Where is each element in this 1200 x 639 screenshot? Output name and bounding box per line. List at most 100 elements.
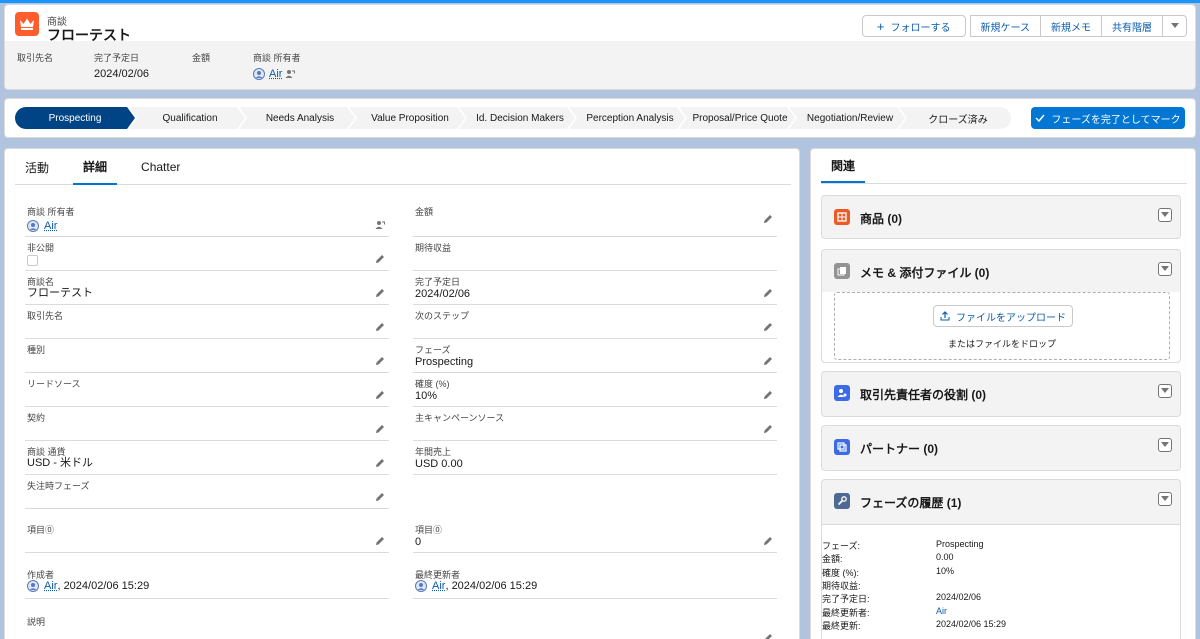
pencil-icon[interactable]: [375, 390, 385, 400]
card-title[interactable]: 商品 (0): [860, 210, 902, 227]
path-step-prospecting[interactable]: Prospecting: [15, 107, 135, 129]
path-step-qualification[interactable]: Qualification: [129, 107, 245, 129]
pencil-icon[interactable]: [375, 254, 385, 264]
pencil-icon[interactable]: [375, 492, 385, 502]
owner-link[interactable]: Air: [44, 220, 57, 232]
notes-icon: [834, 263, 850, 279]
path-step-perception-analysis[interactable]: Perception Analysis: [569, 107, 685, 129]
history-value: 2024/02/06: [936, 592, 982, 602]
pencil-icon[interactable]: [763, 288, 773, 298]
path-step-negotiation[interactable]: Negotiation/Review: [789, 107, 905, 129]
path-step-value-proposition[interactable]: Value Proposition: [349, 107, 465, 129]
field-annual-revenue: 年間売上 USD 0.00: [413, 441, 777, 475]
upload-files-button[interactable]: ファイルをアップロード: [933, 305, 1073, 327]
record-header: 商談 フローテスト + フォローする 新規ケース 新規メモ 共有階層 取引先名 …: [4, 4, 1196, 90]
highlight-label: 金額: [192, 53, 211, 63]
field-label: 種別: [27, 345, 46, 355]
pencil-icon[interactable]: [763, 214, 773, 224]
pencil-icon[interactable]: [375, 322, 385, 332]
highlight-amount: 金額: [192, 51, 253, 80]
more-actions-button[interactable]: [1163, 15, 1187, 37]
field-next-step: 次のステップ: [413, 305, 777, 339]
pencil-icon[interactable]: [763, 356, 773, 366]
follow-button[interactable]: + フォローする: [861, 15, 966, 37]
pencil-icon[interactable]: [375, 288, 385, 298]
pencil-icon[interactable]: [763, 424, 773, 434]
field-value: [27, 255, 38, 266]
pencil-icon[interactable]: [763, 536, 773, 546]
card-body: ファイルをアップロード またはファイルをドロップ: [822, 292, 1180, 362]
pencil-icon[interactable]: [375, 536, 385, 546]
shared-hierarchy-button[interactable]: 共有階層: [1102, 15, 1163, 37]
card-menu-button[interactable]: [1158, 438, 1172, 452]
avatar-icon: [27, 580, 39, 592]
history-value: 10%: [936, 566, 955, 576]
field-label: 商談 所有者: [27, 207, 75, 217]
change-owner-icon[interactable]: [375, 220, 385, 230]
card-title[interactable]: メモ & 添付ファイル (0): [860, 264, 989, 281]
modified-date: , 2024/02/06 15:29: [445, 580, 538, 592]
field-label: フェーズ: [415, 345, 451, 355]
card-header: 取引先責任者の役割 (0): [822, 372, 1180, 414]
field-item-number: 項目⓪ 0: [413, 509, 777, 553]
history-key: 期待収益:: [822, 581, 861, 591]
created-by-user-link[interactable]: Air: [44, 580, 57, 592]
highlights-panel: 取引先名 完了予定日 2024/02/06 金額 商談 所有者 Air: [17, 51, 301, 80]
pencil-icon[interactable]: [375, 424, 385, 434]
field-lost-stage: 失注時フェーズ: [25, 475, 389, 509]
mark-stage-complete-button[interactable]: フェーズを完了としてマーク: [1031, 107, 1185, 129]
change-owner-icon[interactable]: [285, 69, 296, 79]
owner-link[interactable]: Air: [269, 68, 282, 80]
field-label: 取引先名: [27, 311, 64, 321]
field-contract: 契約: [25, 407, 389, 441]
tab-related[interactable]: 関連: [821, 149, 866, 183]
pencil-icon[interactable]: [763, 390, 773, 400]
chevron-down-icon: [1161, 212, 1169, 217]
history-user-link[interactable]: Air: [936, 606, 947, 616]
card-title[interactable]: パートナー (0): [860, 440, 938, 457]
field-created-by: 作成者 Air , 2024/02/06 15:29: [25, 553, 389, 599]
card-products: 商品 (0): [821, 195, 1181, 239]
field-label: 項目⓪: [415, 525, 443, 535]
tab-chatter[interactable]: Chatter: [131, 149, 190, 185]
new-case-button[interactable]: 新規ケース: [969, 15, 1041, 37]
path-step-decision-makers[interactable]: Id. Decision Makers: [459, 107, 575, 129]
history-key: 確度 (%):: [822, 568, 859, 578]
products-icon: [834, 209, 850, 225]
new-note-button[interactable]: 新規メモ: [1041, 15, 1102, 37]
field-expected-revenue: 期待収益: [413, 237, 777, 271]
card-menu-button[interactable]: [1158, 492, 1172, 506]
file-dropzone[interactable]: ファイルをアップロード またはファイルをドロップ: [834, 292, 1170, 360]
avatar-icon: [27, 220, 39, 232]
card-title[interactable]: フェーズの履歴 (1): [860, 494, 961, 511]
avatar-icon: [415, 580, 427, 592]
card-contact-roles: 取引先責任者の役割 (0): [821, 371, 1181, 417]
card-menu-button[interactable]: [1158, 208, 1172, 222]
tab-activity[interactable]: 活動: [15, 149, 59, 185]
pencil-icon[interactable]: [375, 356, 385, 366]
created-date: , 2024/02/06 15:29: [57, 580, 150, 592]
field-value: フローテスト: [27, 287, 93, 299]
card-menu-button[interactable]: [1158, 262, 1172, 276]
related-tab-divider: [821, 183, 1187, 184]
path-step-needs-analysis[interactable]: Needs Analysis: [239, 107, 355, 129]
modified-by-user-link[interactable]: Air: [432, 580, 445, 592]
path-step-proposal[interactable]: Proposal/Price Quote: [679, 107, 795, 129]
path-step-closed[interactable]: クローズ済み: [899, 107, 1011, 129]
card-title[interactable]: 取引先責任者の役割 (0): [860, 386, 986, 403]
field-close-date: 完了予定日 2024/02/06: [413, 271, 777, 305]
field-value: Prospecting: [415, 356, 474, 368]
chevron-down-icon: [1161, 442, 1169, 447]
field-type: 種別: [25, 339, 389, 373]
follow-button-label: フォローする: [890, 22, 951, 34]
tab-details[interactable]: 詳細: [73, 149, 118, 185]
pencil-icon[interactable]: [763, 633, 773, 639]
field-label: リードソース: [27, 379, 81, 389]
private-checkbox[interactable]: [27, 255, 38, 266]
pencil-icon[interactable]: [763, 322, 773, 332]
card-menu-button[interactable]: [1158, 384, 1172, 398]
wrench-icon: [834, 493, 850, 509]
field-value: 0: [415, 536, 422, 548]
field-campaign: 主キャンペーンソース: [413, 407, 777, 441]
pencil-icon[interactable]: [375, 458, 385, 468]
